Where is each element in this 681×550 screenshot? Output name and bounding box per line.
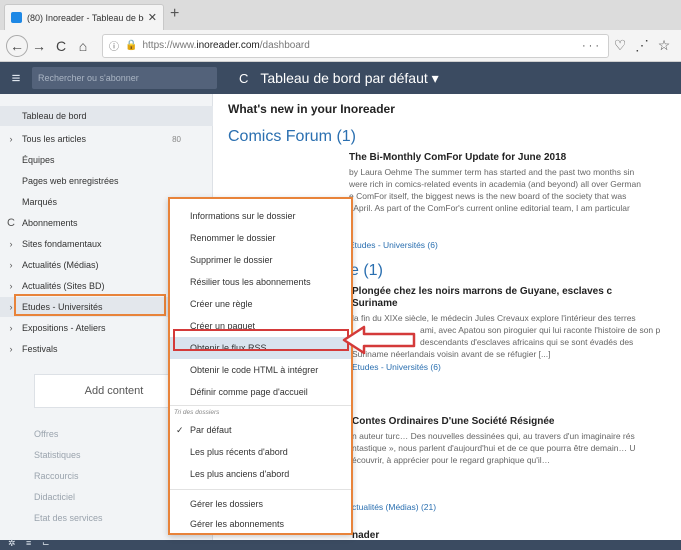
chevron-right-icon: › bbox=[9, 344, 13, 354]
lock-icon: 🔒 bbox=[125, 40, 138, 51]
article-folder-link[interactable]: Etudes - Universités (6) bbox=[349, 240, 438, 250]
back-icon[interactable]: ← bbox=[6, 34, 28, 57]
chevron-right-icon: › bbox=[9, 239, 13, 249]
chevron-right-icon: › bbox=[9, 281, 13, 291]
chevron-right-icon: › bbox=[9, 134, 13, 144]
url-text: https://www.inoreader.com/dashboard bbox=[142, 40, 310, 51]
rss-icon[interactable]: ⋰ bbox=[631, 35, 653, 57]
menu-item-delete-folder[interactable]: Supprimer le dossier bbox=[170, 249, 351, 271]
article-snippet: f April. As part of the ComFor's current… bbox=[349, 203, 630, 213]
menu-section-label: Tri des dossiers bbox=[174, 409, 220, 416]
article-snippet: ami, avec Apatou son piroguier qui lui r… bbox=[420, 325, 661, 335]
chevron-right-icon: › bbox=[9, 323, 13, 333]
article-snippet: descendants d'esclaves africains qui se … bbox=[420, 337, 634, 347]
pointer-arrow-icon bbox=[342, 325, 416, 355]
article-snippet: were rich in comics-related events in ac… bbox=[349, 179, 641, 189]
dashboard-title[interactable]: Tableau de bord par défaut ▾ bbox=[260, 70, 438, 87]
forward-icon[interactable]: → bbox=[28, 35, 50, 57]
url-bar[interactable]: ⓘ 🔒 https://www.inoreader.com/dashboard … bbox=[102, 33, 609, 58]
menu-item-manage-subscriptions[interactable]: Gérer les abonnements bbox=[170, 513, 351, 535]
menu-divider bbox=[170, 405, 351, 406]
article-subtitle[interactable]: Suriname bbox=[352, 298, 398, 309]
menu-item-rename-folder[interactable]: Renommer le dossier bbox=[170, 227, 351, 249]
browser-nav-bar: ← → C ⌂ ⓘ 🔒 https://www.inoreader.com/da… bbox=[0, 30, 681, 62]
new-tab-icon[interactable]: + bbox=[170, 5, 179, 23]
article-folder-link[interactable]: ctualités (Médias) (21) bbox=[352, 502, 436, 512]
article-snippet: by Laura Oehme The summer term has start… bbox=[349, 167, 635, 177]
whats-new-heading: What's new in your Inoreader bbox=[228, 102, 395, 116]
page-actions-icon[interactable]: ··· bbox=[582, 40, 602, 52]
menu-item-set-home-page[interactable]: Définir comme page d'accueil bbox=[170, 381, 351, 403]
browser-tab[interactable]: (80) Inoreader - Tableau de bo ✕ bbox=[4, 4, 164, 30]
rss-highlight-box bbox=[173, 329, 349, 351]
reload-icon[interactable]: C bbox=[50, 35, 72, 57]
settings-icon[interactable]: ✲ bbox=[8, 538, 16, 549]
highlight-box bbox=[14, 294, 166, 316]
info-icon[interactable]: ⓘ bbox=[109, 38, 119, 53]
menu-item-get-html-code[interactable]: Obtenir le code HTML à intégrer bbox=[170, 359, 351, 381]
section-heading[interactable]: e (1) bbox=[350, 262, 383, 280]
hamburger-icon[interactable]: ≡ bbox=[4, 70, 28, 87]
check-icon: ✓ bbox=[176, 424, 184, 435]
menu-item-sort-oldest[interactable]: Les plus anciens d'abord bbox=[170, 463, 351, 485]
article-snippet: e ComFor itself, the biggest news is the… bbox=[349, 191, 627, 201]
chevron-right-icon: › bbox=[9, 260, 13, 270]
close-tab-icon[interactable]: ✕ bbox=[148, 11, 157, 24]
article-title[interactable]: Plongée chez les noirs marrons de Guyane… bbox=[352, 286, 612, 297]
menu-item-create-rule[interactable]: Créer une règle bbox=[170, 293, 351, 315]
article-snippet: n auteur turc… Des nouvelles dessinées q… bbox=[352, 431, 635, 441]
article-folder-link[interactable]: Etudes - Universités (6) bbox=[352, 362, 441, 372]
refresh-icon[interactable]: C bbox=[239, 71, 248, 86]
menu-item-sort-default[interactable]: ✓ Par défaut bbox=[170, 419, 351, 441]
star-icon[interactable]: ☆ bbox=[653, 35, 675, 57]
article-snippet: ntastique », nous parlent d'aujourd'hui … bbox=[352, 443, 636, 453]
article-snippet: la fin du XIXe siècle, le médecin Jules … bbox=[352, 313, 636, 323]
search-input[interactable]: Rechercher ou s'abonner bbox=[32, 67, 217, 89]
menu-item-sort-newest[interactable]: Les plus récents d'abord bbox=[170, 441, 351, 463]
menu-item-folder-info[interactable]: Informations sur le dossier bbox=[170, 205, 351, 227]
home-icon[interactable]: ⌂ bbox=[72, 35, 94, 57]
article-snippet: écouvrir, à apprécier pour le regard gra… bbox=[352, 455, 551, 465]
menu-divider bbox=[170, 489, 351, 490]
app-header: ≡ Rechercher ou s'abonner C Tableau de b… bbox=[0, 62, 681, 94]
menu-item-manage-folders[interactable]: Gérer les dossiers bbox=[170, 493, 351, 515]
article-title[interactable]: Contes Ordinaires D'une Société Résignée bbox=[352, 416, 554, 427]
folder-context-menu: Informations sur le dossier Renommer le … bbox=[168, 197, 353, 535]
menu-item-unsubscribe-all[interactable]: Résilier tous les abonnements bbox=[170, 271, 351, 293]
browser-tab-bar: (80) Inoreader - Tableau de bo ✕ + bbox=[0, 0, 681, 30]
list-icon[interactable]: ≡ bbox=[26, 538, 31, 548]
sidebar-item-saved-pages[interactable]: Pages web enregistrées bbox=[0, 171, 213, 191]
inoreader-favicon-icon bbox=[11, 12, 22, 23]
article-title[interactable]: The Bi-Monthly ComFor Update for June 20… bbox=[349, 152, 566, 163]
user-icon[interactable]: ⌙ bbox=[42, 538, 50, 549]
section-heading[interactable]: Comics Forum (1) bbox=[228, 128, 356, 146]
tab-title: (80) Inoreader - Tableau de bo bbox=[27, 12, 144, 23]
bottom-toolbar: ✲ ≡ ⌙ bbox=[0, 538, 681, 550]
refresh-icon: C bbox=[7, 217, 15, 229]
sidebar-item-dashboard[interactable]: Tableau de bord bbox=[0, 106, 213, 126]
pocket-icon[interactable]: ♡ bbox=[609, 35, 631, 57]
sidebar-item-all-articles[interactable]: › Tous les articles 80 bbox=[0, 129, 213, 149]
unread-count: 80 bbox=[172, 134, 181, 144]
sidebar-item-teams[interactable]: Équipes bbox=[0, 150, 213, 170]
